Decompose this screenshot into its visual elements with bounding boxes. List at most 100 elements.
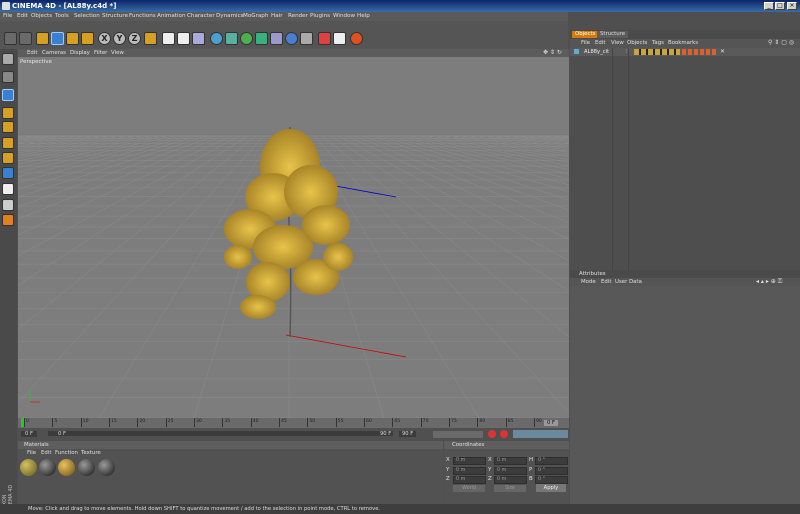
texture-tags[interactable] xyxy=(682,49,718,55)
nurbs-icon[interactable] xyxy=(240,32,253,45)
materials-menu-file[interactable]: File xyxy=(27,449,36,457)
size-y-field[interactable]: 0 m xyxy=(494,467,527,475)
coordinate-system-icon[interactable] xyxy=(144,32,157,45)
position-x-field[interactable]: 0 m xyxy=(453,457,486,465)
list-item[interactable]: AL88y_clt ⁝ ✕ xyxy=(570,48,800,56)
axis-mode-icon[interactable] xyxy=(2,214,14,226)
menu-hair[interactable]: Hair xyxy=(271,12,283,21)
polygon-mode-icon[interactable] xyxy=(2,167,14,179)
key-options-buttons[interactable] xyxy=(513,430,568,438)
tab-objects[interactable]: Objects xyxy=(572,31,599,38)
attributes-menu-edit[interactable]: Edit xyxy=(601,278,611,286)
rotation-p-field[interactable]: 0 ° xyxy=(535,467,568,475)
objects-menu-objects[interactable]: Objects xyxy=(627,39,647,47)
y-axis-lock-button[interactable]: Y xyxy=(113,32,126,45)
objects-menu-bookmarks[interactable]: Bookmarks xyxy=(668,39,698,47)
rotation-h-field[interactable]: 0 ° xyxy=(535,457,568,465)
use-model-icon[interactable] xyxy=(2,71,14,83)
frame-start-field[interactable]: 0 F xyxy=(21,431,37,437)
menu-objects[interactable]: Objects xyxy=(31,12,52,21)
frame-range-slider[interactable] xyxy=(48,431,393,436)
menu-plugins[interactable]: Plugins xyxy=(310,12,330,21)
record-key-icon[interactable] xyxy=(488,430,496,438)
scene-object-icon[interactable] xyxy=(285,32,298,45)
position-z-field[interactable]: 0 m xyxy=(453,476,486,484)
materials-menu-function[interactable]: Function xyxy=(55,449,78,457)
menu-help[interactable]: Help xyxy=(357,12,370,21)
point-mode-icon[interactable] xyxy=(2,137,14,149)
menu-structure[interactable]: Structure xyxy=(102,12,128,21)
z-axis-lock-button[interactable]: Z xyxy=(128,32,141,45)
render-picture-viewer-icon[interactable] xyxy=(177,32,190,45)
objects-menu-tags[interactable]: Tags xyxy=(652,39,664,47)
array-icon[interactable] xyxy=(255,32,268,45)
size-mode-dropdown[interactable]: Size xyxy=(494,485,526,492)
material-swatch[interactable] xyxy=(58,459,75,476)
x-axis-lock-button[interactable]: X xyxy=(98,32,111,45)
object-name[interactable]: AL88y_clt xyxy=(584,48,609,56)
timeline-ruler[interactable]: 0 5 10 15 20 25 30 35 40 45 50 55 60 65 70 75 80 85 90 0 F xyxy=(18,418,569,428)
rotate-tool-icon[interactable] xyxy=(81,32,94,45)
floor-icon[interactable] xyxy=(333,32,346,45)
size-z-field[interactable]: 0 m xyxy=(494,476,527,484)
workplane-icon[interactable] xyxy=(2,183,14,195)
autokey-icon[interactable] xyxy=(500,430,508,438)
objects-menu-edit[interactable]: Edit xyxy=(595,39,605,47)
undo-icon[interactable] xyxy=(4,32,17,45)
viewport-menu-display[interactable]: Display xyxy=(70,49,90,57)
tag-icon[interactable]: ✕ xyxy=(720,48,725,56)
edge-mode-icon[interactable] xyxy=(2,152,14,164)
materials-menu-edit[interactable]: Edit xyxy=(41,449,51,457)
playhead[interactable] xyxy=(21,418,24,427)
coordinate-mode-dropdown[interactable]: World xyxy=(453,485,485,492)
menu-mograph[interactable]: MoGraph xyxy=(243,12,268,21)
menu-edit[interactable]: Edit xyxy=(17,12,28,21)
object-mode-icon[interactable] xyxy=(2,107,14,119)
live-select-icon[interactable] xyxy=(36,32,49,45)
material-swatch[interactable] xyxy=(78,459,95,476)
menu-window[interactable]: Window xyxy=(333,12,355,21)
viewport-menu-edit[interactable]: Edit xyxy=(27,49,37,57)
redo-icon[interactable] xyxy=(19,32,32,45)
frame-end-field[interactable]: 90 F xyxy=(399,431,417,437)
menu-file[interactable]: File xyxy=(3,12,12,21)
attributes-menu-mode[interactable]: Mode xyxy=(581,278,596,286)
record-icon[interactable] xyxy=(350,32,363,45)
model-mode-icon[interactable] xyxy=(2,89,14,101)
tab-structure[interactable]: Structure xyxy=(597,31,629,38)
texture-mode-icon[interactable] xyxy=(2,121,14,133)
render-view-icon[interactable] xyxy=(162,32,175,45)
menu-functions[interactable]: Functions xyxy=(129,12,156,21)
menu-animation[interactable]: Animation xyxy=(157,12,186,21)
rotation-b-field[interactable]: 0 ° xyxy=(535,476,568,484)
minimize-button[interactable]: _ xyxy=(764,2,774,10)
move-tool-icon[interactable] xyxy=(51,32,64,45)
render-settings-icon[interactable] xyxy=(192,32,205,45)
perspective-viewport[interactable]: Perspective xyxy=(18,57,569,418)
objects-menu-view[interactable]: View xyxy=(611,39,624,47)
pen-spline-icon[interactable] xyxy=(225,32,238,45)
viewport-menu-filter[interactable]: Filter xyxy=(94,49,107,57)
attributes-nav-icons[interactable]: ◂ ▴ ▸ ⊕ ⚿ xyxy=(756,278,782,286)
size-x-field[interactable]: 0 m xyxy=(494,457,527,465)
materials-menu-texture[interactable]: Texture xyxy=(81,449,101,457)
viewport-menu-cameras[interactable]: Cameras xyxy=(42,49,66,57)
attributes-menu-user-data[interactable]: User Data xyxy=(615,278,642,286)
scale-tool-icon[interactable] xyxy=(66,32,79,45)
material-swatch[interactable] xyxy=(98,459,115,476)
objects-search-icon[interactable]: ⚲ ⇕ ▢ ◎ xyxy=(768,39,794,47)
apply-button[interactable]: Apply xyxy=(536,484,566,492)
cube-object-icon[interactable] xyxy=(210,32,223,45)
maximize-button[interactable]: □ xyxy=(775,2,785,10)
material-swatch[interactable] xyxy=(20,459,37,476)
light-icon[interactable] xyxy=(318,32,331,45)
objects-menu-file[interactable]: File xyxy=(581,39,590,47)
viewport-menu-view[interactable]: View xyxy=(111,49,124,57)
menu-render[interactable]: Render xyxy=(288,12,308,21)
menu-tools[interactable]: Tools xyxy=(55,12,69,21)
menu-character[interactable]: Character xyxy=(187,12,215,21)
close-button[interactable]: × xyxy=(787,2,797,10)
camera-icon[interactable] xyxy=(300,32,313,45)
menu-dynamics[interactable]: Dynamics xyxy=(216,12,244,21)
playback-buttons[interactable] xyxy=(433,431,483,438)
